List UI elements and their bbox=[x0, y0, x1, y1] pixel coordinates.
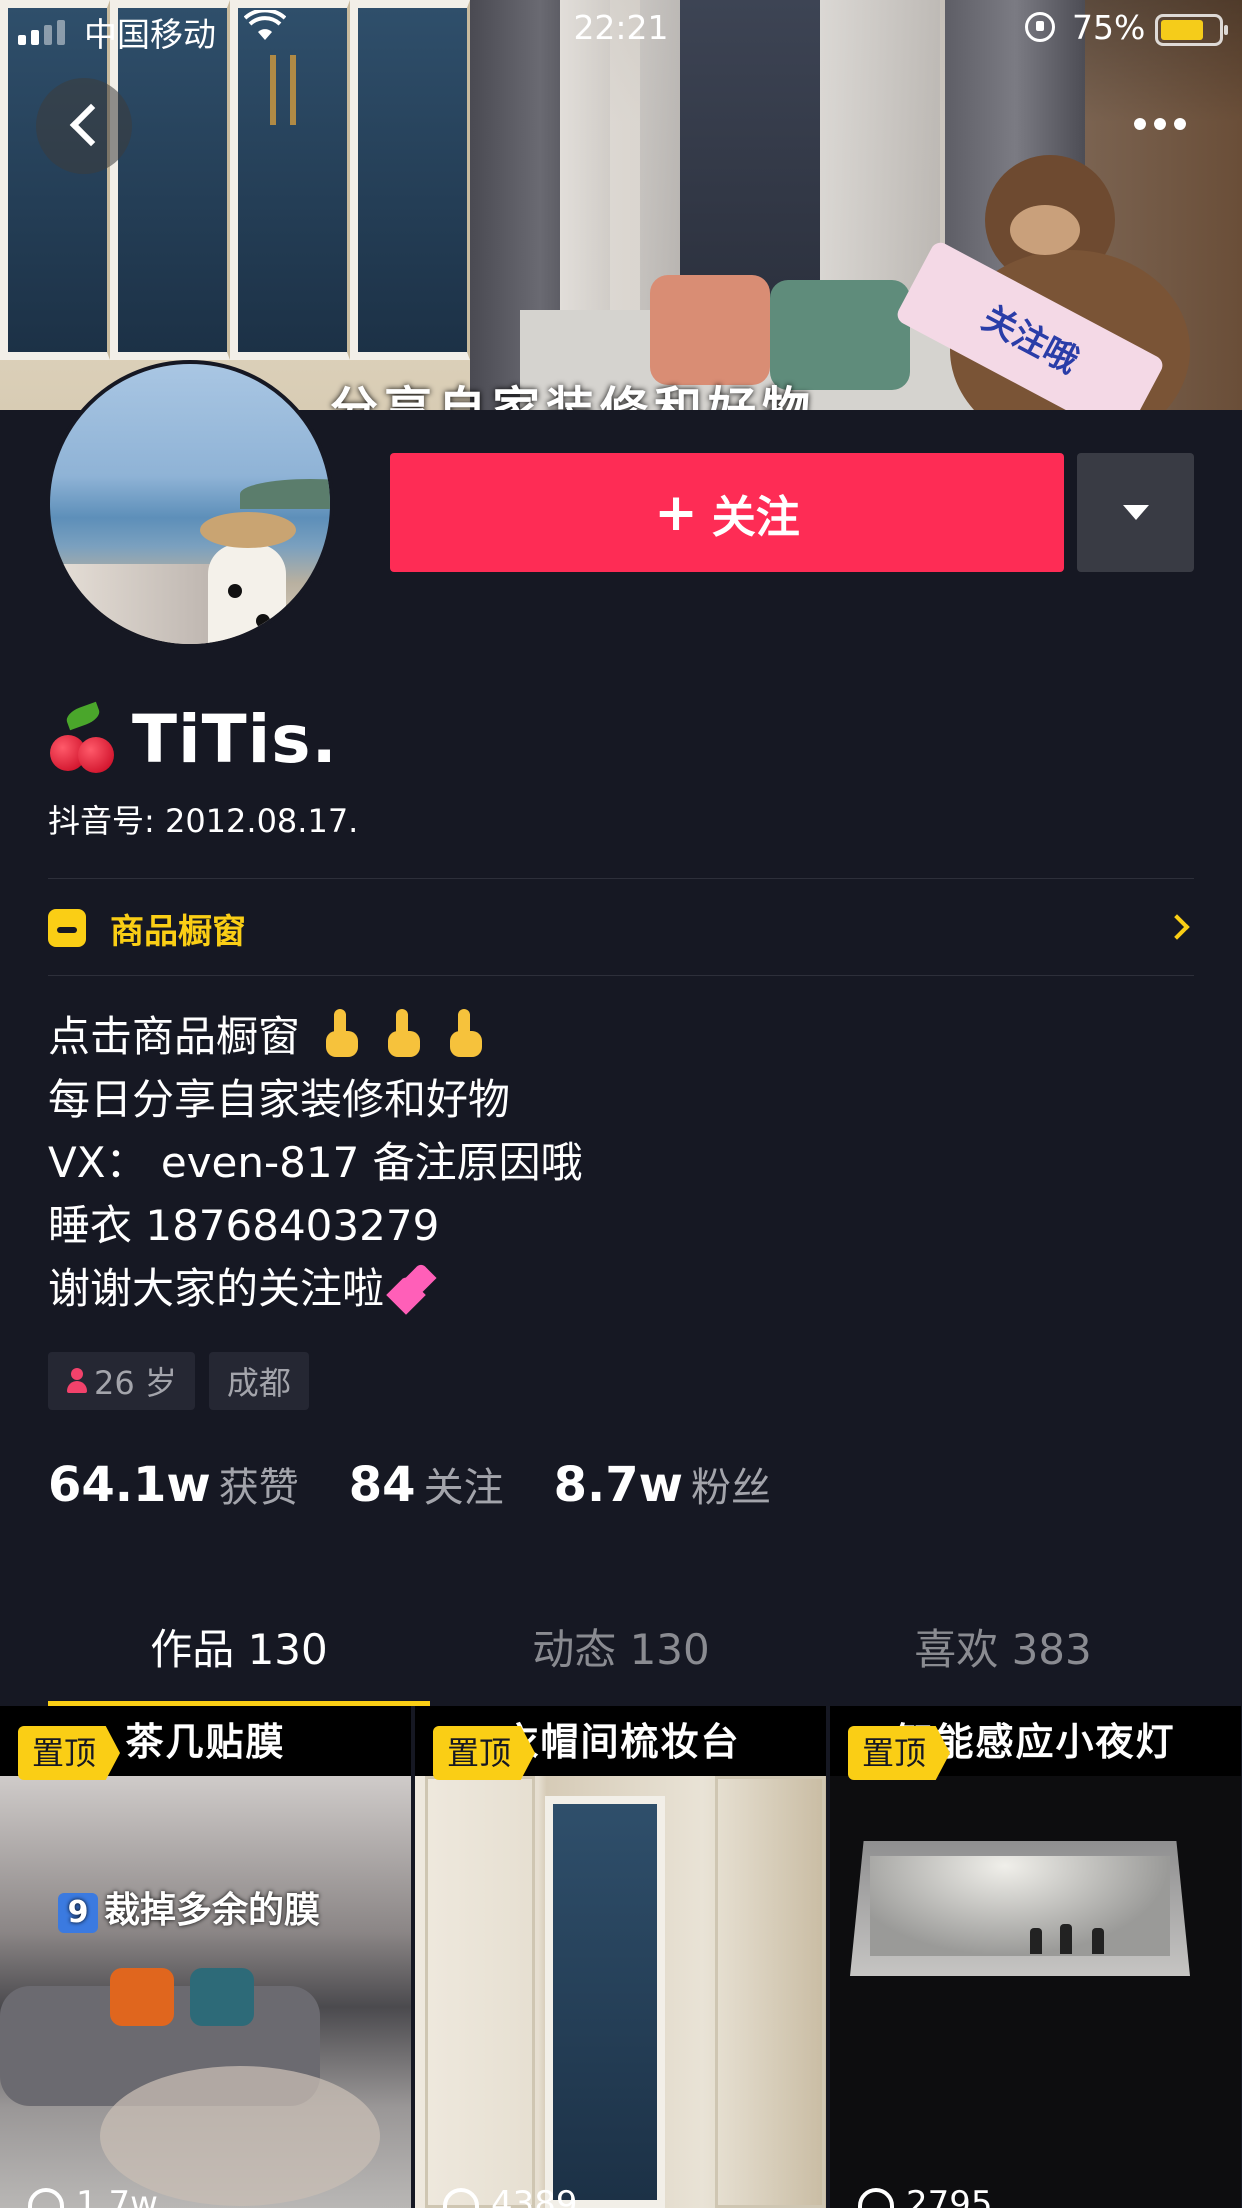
bio: 点击商品橱窗 每日分享自家装修和好物 VX： even-817 备注原因哦 睡衣… bbox=[48, 1005, 583, 1320]
pinned-badge: 置顶 bbox=[433, 1726, 536, 1780]
age-tag: 26 岁 bbox=[48, 1352, 195, 1410]
cover-overlay-text: 分享自家装修和好物 bbox=[330, 382, 817, 410]
heart-icon bbox=[443, 2188, 479, 2208]
stat-likes: 64.1w 获赞 bbox=[48, 1457, 299, 1513]
chevron-right-icon bbox=[1164, 914, 1190, 940]
cherry-icon bbox=[46, 701, 118, 775]
bio-line: 每日分享自家装修和好物 bbox=[48, 1075, 511, 1124]
bio-line: 谢谢大家的关注啦 bbox=[48, 1257, 583, 1320]
recommend-dropdown-button[interactable] bbox=[1077, 453, 1194, 572]
profile-cover-image[interactable]: 分享自家装修和好物 关注哦 bbox=[0, 0, 1242, 410]
profile-stats: 64.1w 获赞 84 关注 8.7w 粉丝 bbox=[48, 1455, 821, 1513]
plus-icon: + bbox=[654, 482, 698, 543]
shop-window-row[interactable]: 商品橱窗 bbox=[48, 880, 1194, 976]
shop-window-label: 商品橱窗 bbox=[110, 911, 246, 952]
bio-line: 点击商品橱窗 bbox=[48, 1005, 583, 1068]
bio-line: 睡衣 18768403279 bbox=[48, 1201, 440, 1250]
battery-percent: 75% bbox=[1072, 8, 1146, 47]
pinned-badge: 置顶 bbox=[18, 1726, 121, 1780]
douyin-id: 抖音号: 2012.08.17. bbox=[48, 802, 359, 840]
nickname: TiTis. bbox=[132, 700, 338, 778]
avatar[interactable] bbox=[46, 360, 334, 648]
stat-followers[interactable]: 8.7w 粉丝 bbox=[554, 1455, 771, 1513]
divider bbox=[48, 975, 1194, 976]
video-overlay-text: 9 裁掉多余的膜 bbox=[58, 1881, 320, 1933]
profile-tags: 26 岁 成都 bbox=[48, 1352, 309, 1410]
pinned-badge: 置顶 bbox=[848, 1726, 951, 1780]
follow-button[interactable]: + 关注 bbox=[390, 453, 1064, 572]
tab-likes[interactable]: 喜欢 383 bbox=[812, 1610, 1194, 1706]
heart-icon bbox=[28, 2188, 64, 2208]
video-grid: 茶几贴膜 置顶 9 裁掉多余的膜 1.7w 衣帽间梳妆台 置顶 4389 智能感应… bbox=[0, 1706, 1242, 2208]
follow-button-label: 关注 bbox=[711, 491, 800, 543]
bio-line: VX： even-817 备注原因哦 bbox=[48, 1138, 583, 1187]
video-tile[interactable]: 衣帽间梳妆台 置顶 4389 bbox=[415, 1706, 826, 2208]
pointing-hand-icon bbox=[384, 1009, 424, 1057]
tab-dynamics[interactable]: 动态 130 bbox=[430, 1610, 812, 1706]
two-hearts-icon bbox=[386, 1262, 440, 1315]
video-tile[interactable]: 智能感应小夜灯 置顶 2795 bbox=[830, 1706, 1241, 2208]
more-options-button[interactable] bbox=[1120, 100, 1200, 150]
battery-icon bbox=[1155, 14, 1228, 46]
shop-icon bbox=[48, 909, 86, 947]
status-time: 22:21 bbox=[573, 8, 669, 47]
video-likes: 4389 bbox=[443, 2184, 578, 2208]
pointing-hand-icon bbox=[446, 1009, 486, 1057]
name-row: TiTis. bbox=[46, 694, 338, 784]
video-tile[interactable]: 茶几贴膜 置顶 9 裁掉多余的膜 1.7w bbox=[0, 1706, 411, 2208]
back-button[interactable] bbox=[36, 78, 132, 174]
city-tag: 成都 bbox=[208, 1352, 309, 1410]
video-likes: 2795 bbox=[858, 2184, 993, 2208]
female-icon bbox=[66, 1368, 88, 1394]
content-tabs: 作品 130 动态 130 喜欢 383 bbox=[0, 1610, 1242, 1706]
divider bbox=[48, 878, 1194, 879]
rotation-lock-icon bbox=[1025, 12, 1055, 42]
heart-icon bbox=[858, 2188, 894, 2208]
status-bar: 中国移动 22:21 75% bbox=[0, 0, 1242, 60]
video-likes: 1.7w bbox=[28, 2184, 158, 2208]
cover-wardrobe bbox=[0, 0, 470, 410]
tab-works[interactable]: 作品 130 bbox=[48, 1610, 430, 1706]
pointing-hand-icon bbox=[322, 1009, 362, 1057]
stat-following[interactable]: 84 关注 bbox=[349, 1455, 504, 1513]
